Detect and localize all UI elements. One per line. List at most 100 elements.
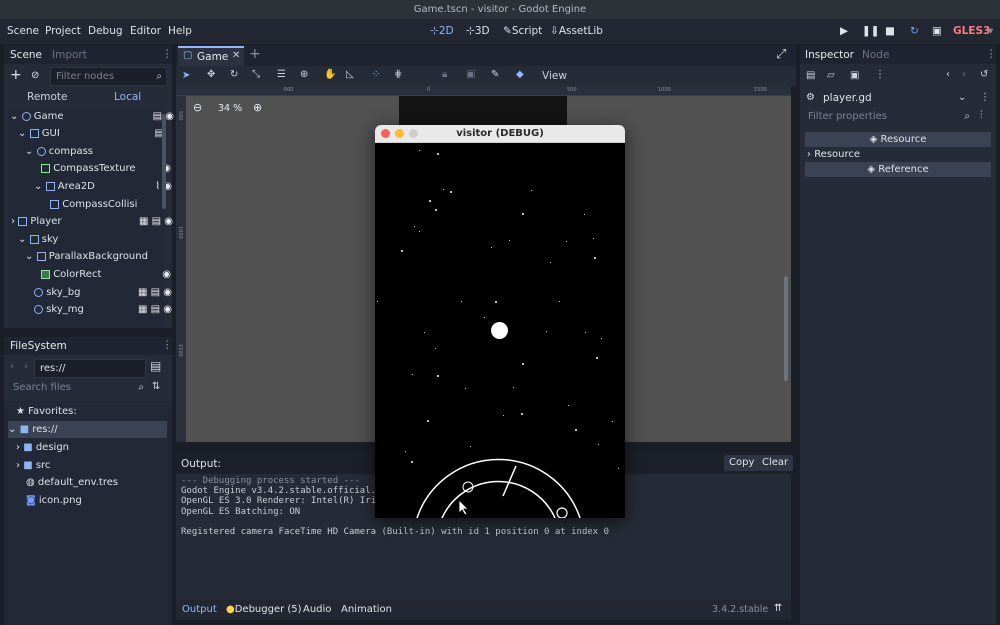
new-tab-icon[interactable]: +	[249, 46, 261, 62]
link-icon[interactable]: ⊘	[31, 70, 39, 81]
sort-icon[interactable]: ⇅	[152, 381, 160, 392]
zoom-level[interactable]: 34 %	[218, 103, 242, 114]
group-icon[interactable]: ▣	[466, 69, 475, 80]
scene-tree-scrollbar[interactable]	[162, 114, 166, 209]
menu-debug[interactable]: Debug	[88, 25, 123, 37]
dock-menu-icon[interactable]: ⋮	[162, 339, 173, 351]
renderer-dropdown-icon[interactable]: ▾	[988, 25, 993, 37]
add-node-icon[interactable]: +	[10, 67, 22, 83]
zoom-out-icon[interactable]: ⊖	[193, 101, 202, 114]
inspector-section-resource[interactable]: ◈ Resource	[805, 132, 991, 147]
game-debug-window[interactable]: visitor (DEBUG)	[375, 125, 625, 518]
tree-node-game[interactable]: ⌄ Game ▤ ◉	[10, 108, 178, 125]
close-icon[interactable]: ✕	[232, 50, 240, 61]
tune-icon[interactable]: ⫶	[980, 110, 983, 121]
skeleton-icon[interactable]: ✎	[491, 69, 499, 80]
pivot-icon[interactable]: ⊕	[300, 69, 308, 80]
menu-editor[interactable]: Editor	[130, 25, 161, 37]
tab-animation[interactable]: Animation	[341, 604, 392, 615]
inspector-group-resource[interactable]: › Resource	[805, 147, 991, 162]
more-icon[interactable]: ⋮	[875, 69, 885, 80]
filter-properties-input[interactable]: Filter properties ⌕	[803, 108, 973, 127]
tab-node[interactable]: Node	[862, 49, 889, 61]
rotate-tool-icon[interactable]: ↻	[230, 69, 238, 80]
local-button[interactable]: Local	[114, 91, 141, 103]
path-field[interactable]: res://	[34, 359, 146, 378]
inspector-section-reference[interactable]: ◈ Reference	[805, 162, 991, 177]
snap-options-icon[interactable]: ⋕	[394, 69, 402, 80]
dock-menu-icon[interactable]: ⋮	[162, 48, 173, 60]
tab-output[interactable]: Output	[182, 604, 217, 615]
tab-inspector[interactable]: Inspector	[805, 49, 854, 61]
search-icon: ⌕	[138, 382, 144, 393]
visibility-icon[interactable]: ▦ ▤ ◉	[138, 301, 172, 318]
workspace-2d[interactable]: ⊹2D	[430, 25, 454, 37]
zoom-in-icon[interactable]: ⊕	[253, 101, 262, 114]
file-item-design[interactable]: › ■ design	[16, 439, 184, 456]
lock-icon[interactable]: 🔒︎	[442, 69, 447, 80]
movie-icon[interactable]: ▣	[932, 25, 942, 37]
remote-button[interactable]: Remote	[27, 91, 68, 103]
ruler-icon[interactable]: ◺	[346, 69, 354, 80]
dock-menu-icon[interactable]: ⋮	[986, 48, 997, 60]
stop-icon[interactable]: ■	[885, 25, 895, 37]
tab-debugger[interactable]: ●Debugger (5)	[226, 604, 302, 615]
menu-help[interactable]: Help	[168, 25, 192, 37]
search-files-input[interactable]: Search files ⌕	[8, 379, 148, 398]
forward-arrow-icon[interactable]: ›	[962, 69, 966, 80]
new-resource-icon[interactable]: ▤	[806, 70, 815, 81]
workspace-assetlib[interactable]: ⇩AssetLib	[550, 25, 603, 37]
tab-filesystem[interactable]: FileSystem	[10, 340, 67, 352]
viewport-scrollbar[interactable]	[784, 276, 788, 381]
file-item-icon[interactable]: ◙ icon.png	[26, 492, 194, 509]
object-menu-icon[interactable]: ⋮	[980, 92, 990, 103]
visibility-icon[interactable]: ▦ ▤ ◉	[138, 284, 172, 301]
resource-file-label[interactable]: player.gd	[823, 92, 872, 104]
back-arrow-icon[interactable]: ‹	[946, 69, 950, 80]
split-mode-icon[interactable]: ▤	[150, 359, 161, 373]
history-icon[interactable]: ↺	[980, 69, 988, 80]
move-tool-icon[interactable]: ✥	[207, 69, 215, 80]
tree-node-gui[interactable]: ⌄ GUI ▤	[18, 125, 186, 142]
visibility-icon[interactable]: ▦ ▤ ◉	[139, 213, 173, 230]
pan-icon[interactable]: ✋	[324, 69, 336, 80]
snap-icon[interactable]: ⁘	[372, 69, 380, 80]
tab-audio[interactable]: Audio	[303, 604, 331, 615]
workspace-3d[interactable]: ⊹3D	[466, 25, 490, 37]
play-icon[interactable]: ▶	[840, 25, 848, 37]
distraction-free-icon[interactable]: ⤢	[776, 47, 786, 62]
game-viewport[interactable]	[375, 143, 625, 518]
view-menu[interactable]: View	[542, 70, 567, 82]
workspace-script[interactable]: ✎Script	[503, 25, 542, 37]
file-item-default-env[interactable]: ◍ default_env.tres	[26, 474, 194, 491]
tree-node-sky[interactable]: ⌄ sky	[18, 231, 186, 248]
select-tool-icon[interactable]: ➤	[182, 70, 190, 81]
forward-arrow-icon[interactable]: ›	[24, 361, 28, 372]
reload-icon[interactable]: ↻	[910, 25, 919, 37]
visibility-icon[interactable]: ◉	[162, 266, 171, 283]
copy-button[interactable]: Copy	[724, 455, 760, 471]
tab-import[interactable]: Import	[52, 49, 87, 61]
open-folder-icon[interactable]: ▱	[827, 70, 835, 81]
scale-tool-icon[interactable]: ⤡	[252, 69, 260, 80]
pause-icon[interactable]: ❚❚	[862, 25, 880, 37]
filter-nodes-input[interactable]: Filter nodes ⌕	[50, 67, 167, 86]
tree-node-parallaxbackground[interactable]: ⌄ ParallaxBackground	[25, 248, 193, 265]
favorites-row[interactable]: ★ Favorites:	[16, 403, 184, 420]
tree-node-player[interactable]: › Player ▦ ▤ ◉	[11, 213, 179, 230]
chevron-down-icon[interactable]: ⌄	[958, 92, 966, 103]
tab-game[interactable]: ▢ Game ✕	[178, 46, 244, 66]
file-item-res[interactable]: ⌄ ■ res://	[8, 421, 167, 438]
tab-scene[interactable]: Scene	[10, 49, 42, 61]
file-item-src[interactable]: › ■ src	[16, 457, 184, 474]
tree-node-compass[interactable]: ⌄ compass	[25, 143, 193, 160]
back-arrow-icon[interactable]: ‹	[10, 361, 14, 372]
clear-button[interactable]: Clear	[757, 455, 794, 471]
save-icon[interactable]: ▣	[850, 70, 859, 81]
expand-panel-icon[interactable]: ⇈	[774, 603, 782, 614]
menu-project[interactable]: Project	[45, 25, 81, 37]
list-select-icon[interactable]: ☰	[277, 69, 286, 80]
renderer-label[interactable]: GLES3	[953, 25, 990, 37]
camera-override-icon[interactable]: ◆	[516, 69, 524, 80]
menu-scene[interactable]: Scene	[7, 25, 39, 37]
